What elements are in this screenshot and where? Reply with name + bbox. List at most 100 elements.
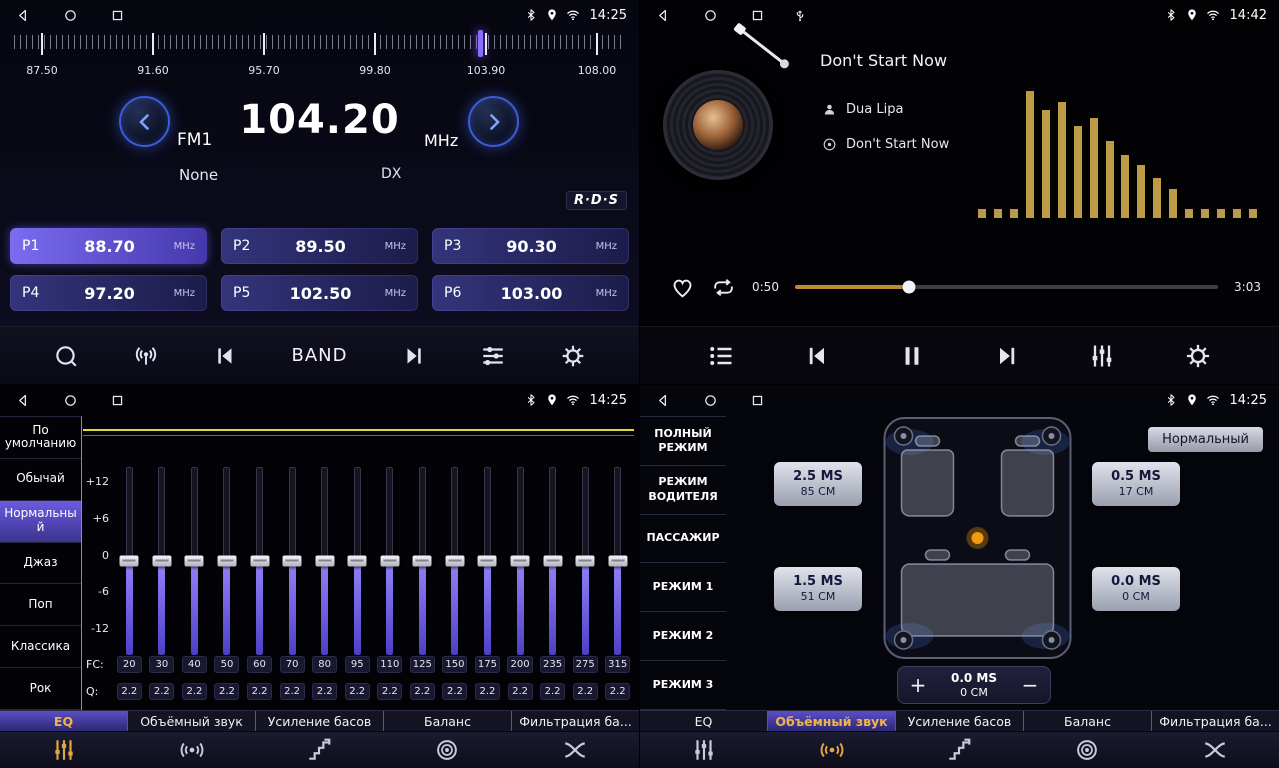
eq-band-thumb[interactable] xyxy=(152,556,171,567)
eq-tab-eq-sliders[interactable]: EQ xyxy=(0,711,127,731)
recents-icon[interactable] xyxy=(110,393,125,408)
eq-band-thumb[interactable] xyxy=(576,556,595,567)
scan-icon[interactable] xyxy=(53,343,79,369)
eq-tab-balance[interactable]: Баланс xyxy=(383,711,511,731)
delay-front-left[interactable]: 2.5 MS85 CM xyxy=(774,462,862,506)
favorite-heart-icon[interactable] xyxy=(670,275,695,300)
eq-band-slider[interactable] xyxy=(321,467,328,655)
eq-band-thumb[interactable] xyxy=(445,556,464,567)
progress-thumb[interactable] xyxy=(903,281,916,294)
eq-preset-item[interactable]: По умолчанию xyxy=(0,417,81,459)
eq-preset-item[interactable]: Нормальный xyxy=(0,501,81,543)
delay-plus-button[interactable]: + xyxy=(898,675,938,695)
surround-mode-item[interactable]: ПАССАЖИР xyxy=(640,515,726,564)
delay-minus-button[interactable]: − xyxy=(1010,675,1050,695)
surround-icon[interactable] xyxy=(768,732,896,768)
recents-icon[interactable] xyxy=(110,8,125,23)
eq-band-thumb[interactable] xyxy=(250,556,269,567)
eq-preset-item[interactable]: Классика xyxy=(0,626,81,668)
bass-icon[interactable] xyxy=(256,732,384,768)
settings-gear-icon[interactable] xyxy=(1184,342,1212,370)
eq-band-thumb[interactable] xyxy=(348,556,367,567)
radio-preset-P5[interactable]: P5102.50MHz xyxy=(221,275,418,311)
eq-tab-bass[interactable]: Усиление басов xyxy=(255,711,383,731)
surround-mode-item[interactable]: ПОЛНЫЙ РЕЖИМ xyxy=(640,417,726,466)
home-icon[interactable] xyxy=(63,393,78,408)
broadcast-icon[interactable] xyxy=(133,343,159,369)
surround-mode-item[interactable]: РЕЖИМ ВОДИТЕЛЯ xyxy=(640,466,726,515)
back-icon[interactable] xyxy=(16,8,31,23)
radio-preset-P6[interactable]: P6103.00MHz xyxy=(432,275,629,311)
eq-band-slider[interactable] xyxy=(158,467,165,655)
eq-band-slider[interactable] xyxy=(256,467,263,655)
filter-icon[interactable] xyxy=(511,732,639,768)
frequency-scale[interactable]: 87.5091.6095.7099.80103.90108.00 xyxy=(14,33,625,81)
surround-mode-item[interactable]: РЕЖИМ 2 xyxy=(640,612,726,661)
next-track-icon[interactable] xyxy=(401,343,427,369)
equalizer-icon[interactable] xyxy=(480,343,506,369)
balance-icon[interactable] xyxy=(1023,732,1151,768)
eq-band-slider[interactable] xyxy=(191,467,198,655)
eq-band-slider[interactable] xyxy=(386,467,393,655)
eq-band-thumb[interactable] xyxy=(217,556,236,567)
eq-band-slider[interactable] xyxy=(419,467,426,655)
radio-preset-P2[interactable]: P289.50MHz xyxy=(221,228,418,264)
eq-band-slider[interactable] xyxy=(484,467,491,655)
previous-track-icon[interactable] xyxy=(212,343,238,369)
surround-tab-surround[interactable]: Объёмный звук xyxy=(767,711,895,731)
back-icon[interactable] xyxy=(656,393,671,408)
eq-band-thumb[interactable] xyxy=(315,556,334,567)
eq-tab-surround[interactable]: Объёмный звук xyxy=(127,711,255,731)
radio-preset-P1[interactable]: P188.70MHz xyxy=(10,228,207,264)
eq-band-thumb[interactable] xyxy=(478,556,497,567)
eq-preset-item[interactable]: Джаз xyxy=(0,543,81,585)
eq-band-thumb[interactable] xyxy=(413,556,432,567)
home-icon[interactable] xyxy=(703,393,718,408)
surround-tab-filter[interactable]: Фильтрация ба... xyxy=(1151,711,1279,731)
eq-band-thumb[interactable] xyxy=(185,556,204,567)
settings-gear-icon[interactable] xyxy=(560,343,586,369)
eq-tab-filter[interactable]: Фильтрация ба... xyxy=(511,711,639,731)
next-track-icon[interactable] xyxy=(993,342,1021,370)
eq-preset-item[interactable]: Поп xyxy=(0,584,81,626)
home-icon[interactable] xyxy=(63,8,78,23)
filter-icon[interactable] xyxy=(1151,732,1279,768)
bass-icon[interactable] xyxy=(896,732,1024,768)
progress-slider[interactable] xyxy=(795,285,1218,289)
eq-preset-item[interactable]: Рок xyxy=(0,668,81,710)
eq-band-thumb[interactable] xyxy=(608,556,627,567)
eq-band-slider[interactable] xyxy=(289,467,296,655)
eq-band-slider[interactable] xyxy=(582,467,589,655)
radio-preset-P3[interactable]: P390.30MHz xyxy=(432,228,629,264)
eq-sliders-icon[interactable] xyxy=(640,732,768,768)
band-button[interactable]: BAND xyxy=(292,345,348,366)
surround-tab-balance[interactable]: Баланс xyxy=(1023,711,1151,731)
eq-band-thumb[interactable] xyxy=(380,556,399,567)
surround-mode-item[interactable]: РЕЖИМ 1 xyxy=(640,563,726,612)
surround-preset-button[interactable]: Нормальный xyxy=(1148,427,1263,452)
eq-band-slider[interactable] xyxy=(549,467,556,655)
eq-sliders-icon[interactable] xyxy=(0,732,128,768)
pause-icon[interactable] xyxy=(898,342,926,370)
eq-band-slider[interactable] xyxy=(354,467,361,655)
eq-band-thumb[interactable] xyxy=(283,556,302,567)
eq-band-thumb[interactable] xyxy=(511,556,530,567)
radio-preset-P4[interactable]: P497.20MHz xyxy=(10,275,207,311)
eq-band-slider[interactable] xyxy=(517,467,524,655)
surround-mode-item[interactable]: РЕЖИМ 3 xyxy=(640,661,726,710)
surround-icon[interactable] xyxy=(128,732,256,768)
playlist-icon[interactable] xyxy=(707,342,735,370)
tuning-indicator[interactable] xyxy=(478,30,483,57)
delay-front-right[interactable]: 0.5 MS17 CM xyxy=(1092,462,1180,506)
eq-band-thumb[interactable] xyxy=(543,556,562,567)
eq-band-slider[interactable] xyxy=(223,467,230,655)
eq-band-slider[interactable] xyxy=(126,467,133,655)
eq-band-thumb[interactable] xyxy=(120,556,139,567)
surround-tab-bass[interactable]: Усиление басов xyxy=(895,711,1023,731)
delay-rear-left[interactable]: 1.5 MS51 CM xyxy=(774,567,862,611)
back-icon[interactable] xyxy=(16,393,31,408)
back-icon[interactable] xyxy=(656,8,671,23)
eq-band-slider[interactable] xyxy=(614,467,621,655)
eq-band-slider[interactable] xyxy=(451,467,458,655)
mixer-icon[interactable] xyxy=(1088,342,1116,370)
